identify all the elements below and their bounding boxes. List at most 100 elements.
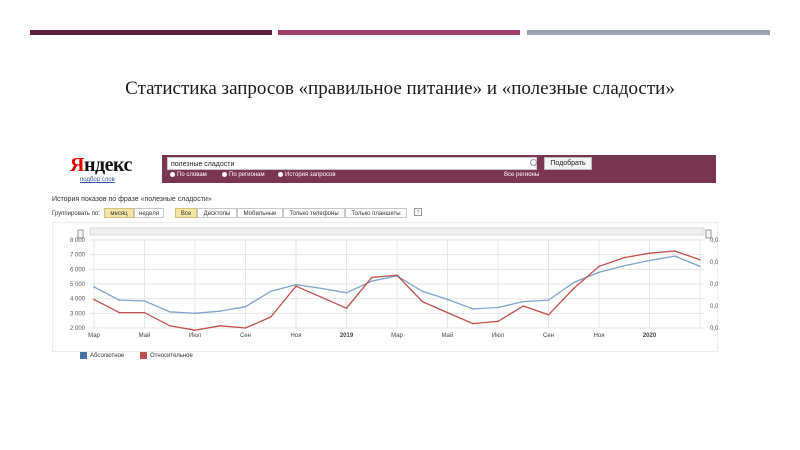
- series-point-absolute: [320, 287, 323, 290]
- y-left-tick-label: 3 000: [70, 311, 86, 317]
- series-point-absolute: [219, 310, 222, 312]
- top-bar-2: [278, 30, 520, 35]
- radio-by-regions[interactable]: По регионам: [222, 172, 265, 178]
- series-point-relative: [648, 252, 651, 254]
- legend-relative: Относительное: [140, 352, 193, 359]
- legend-swatch-red: [140, 352, 147, 359]
- series-point-relative: [471, 322, 474, 325]
- series-point-absolute: [244, 305, 247, 308]
- slide-title: Статистика запросов «правильное питание»…: [125, 78, 675, 99]
- yandex-logo[interactable]: Яндекс: [70, 154, 132, 177]
- series-point-absolute: [269, 290, 272, 293]
- yandex-wordstat-screenshot: Яндекс подбор слов полезные сладости Под…: [51, 150, 742, 368]
- series-point-absolute: [547, 299, 550, 301]
- y-right-tick-label: 0,000 000 5: [710, 304, 718, 310]
- series-point-absolute: [572, 281, 575, 284]
- series-point-absolute: [648, 259, 651, 262]
- series-point-absolute: [673, 255, 676, 257]
- radio-dot-icon: [278, 172, 283, 177]
- help-icon[interactable]: ?: [414, 208, 422, 216]
- tab-phones[interactable]: Только телефоны: [283, 208, 345, 218]
- series-point-relative: [168, 325, 171, 327]
- tab-desktop[interactable]: Десктопы: [197, 208, 237, 218]
- series-point-relative: [320, 296, 323, 298]
- radio-dot-icon: [222, 172, 227, 177]
- series-point-relative: [269, 316, 272, 318]
- tab-tablets[interactable]: Только планшеты: [345, 208, 407, 218]
- series-point-relative: [396, 274, 398, 276]
- y-left-tick-label: 7 000: [70, 253, 86, 259]
- series-point-relative: [219, 325, 222, 327]
- series-point-relative: [143, 311, 146, 314]
- x-tick-label: Май: [139, 332, 151, 339]
- all-regions-link[interactable]: Все регионы: [504, 172, 539, 178]
- radio-dot-icon: [170, 172, 175, 177]
- radio-history[interactable]: История запросов: [278, 172, 336, 178]
- series-point-relative: [673, 250, 676, 252]
- series-point-relative: [295, 285, 297, 287]
- series-point-relative: [118, 311, 121, 314]
- y-right-tick-label: 0,000 000 7: [710, 260, 718, 266]
- series-point-relative: [93, 298, 95, 301]
- series-point-absolute: [699, 265, 701, 268]
- clear-icon[interactable]: [530, 159, 537, 166]
- y-left-tick-label: 5 000: [70, 282, 86, 288]
- legend-absolute: Абсолютное: [80, 352, 124, 359]
- series-point-absolute: [168, 311, 171, 313]
- y-left-tick-label: 6 000: [70, 267, 86, 273]
- x-tick-label: Мар: [391, 333, 403, 339]
- tab-month[interactable]: месяц: [104, 208, 134, 218]
- y-right-tick-label: 0,000 000 8: [710, 238, 718, 244]
- y-left-tick-label: 4 000: [70, 297, 86, 303]
- x-tick-label: Сен: [543, 333, 554, 339]
- series-point-absolute: [194, 312, 196, 315]
- tab-mobile[interactable]: Мобильные: [237, 208, 283, 218]
- search-button[interactable]: Подобрать: [544, 157, 592, 170]
- x-tick-label: Ноя: [594, 333, 605, 339]
- chart-left-handle: [77, 229, 84, 239]
- series-point-relative: [497, 320, 499, 323]
- y-left-tick-label: 8 000: [70, 238, 86, 244]
- group-by-label: Группировать по:: [52, 211, 100, 217]
- top-bar-3: [527, 30, 770, 35]
- series-point-relative: [244, 327, 247, 329]
- history-title: История показов по фразе «полезные сладо…: [52, 196, 212, 203]
- history-chart: 8 000 7 000 6 000 5 000 4 000 3 000 2 000 0,000…: [51, 221, 742, 353]
- series-point-relative: [699, 259, 701, 261]
- series-point-relative: [370, 276, 373, 279]
- chart-container: 8 000 7 000 6 000 5 000 4 000 3 000 2 000 0,000…: [51, 221, 742, 353]
- series-point-relative: [421, 300, 424, 303]
- x-tick-label: Май: [442, 332, 454, 339]
- series-point-relative: [194, 329, 196, 331]
- series-point-relative: [345, 307, 348, 309]
- tab-week[interactable]: неделя: [134, 208, 164, 218]
- search-input[interactable]: полезные сладости: [167, 157, 537, 170]
- top-bar-1: [30, 30, 272, 35]
- x-tick-label: Мар: [88, 333, 100, 339]
- series-point-absolute: [598, 271, 600, 274]
- chart-frame: [51, 221, 719, 353]
- sublogo-link[interactable]: подбор слов: [80, 177, 115, 183]
- series-point-absolute: [623, 264, 626, 267]
- series-point-relative: [623, 256, 626, 259]
- x-tick-label: Июл: [189, 333, 202, 339]
- y-right-tick-label: 0,000 000 4: [710, 326, 718, 332]
- x-tick-label: 2020: [643, 333, 657, 339]
- chart-right-handle: [705, 229, 712, 239]
- series-point-absolute: [143, 300, 146, 302]
- search-frame-arrow: [692, 155, 704, 183]
- series-point-absolute: [421, 290, 424, 293]
- series-point-relative: [547, 314, 550, 316]
- series-point-absolute: [93, 286, 95, 288]
- legend-swatch-blue: [80, 352, 87, 359]
- series-point-absolute: [471, 308, 474, 310]
- tab-device-all[interactable]: Все: [175, 208, 197, 218]
- x-tick-label: Сен: [240, 333, 251, 339]
- x-tick-label: 2019: [340, 333, 354, 339]
- series-point-relative: [522, 305, 525, 307]
- y-left-tick-label: 2 000: [70, 326, 86, 332]
- series-point-absolute: [345, 292, 348, 294]
- search-mode-radios: По словам По регионам История запросов: [170, 172, 550, 182]
- radio-by-words[interactable]: По словам: [170, 172, 207, 178]
- series-point-relative: [598, 265, 600, 268]
